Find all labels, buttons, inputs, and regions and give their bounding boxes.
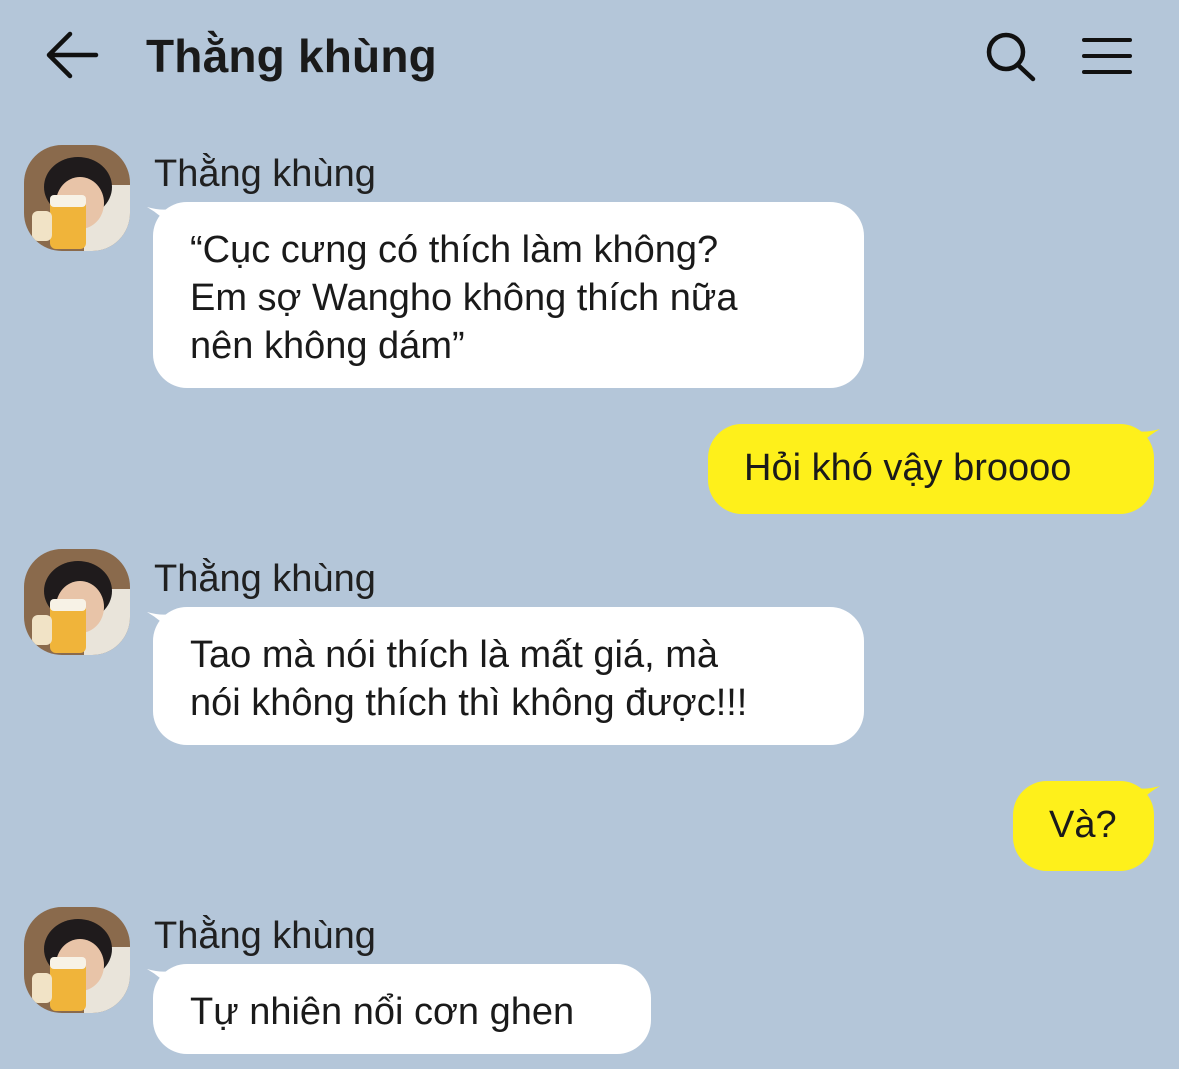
message-text-line: Hỏi khó vậy broooo [744,447,1072,489]
message-text-line: Tao mà nói thích là mất giá, mà [190,634,719,676]
message-bubble-outgoing[interactable]: Và? [1013,781,1154,871]
message-bubble-incoming[interactable]: “Cục cưng có thích làm không? Em sợ Wang… [153,202,864,388]
avatar-photo-icon [24,907,130,1013]
message-text-line: Và? [1049,804,1117,846]
message-text-line: Tự nhiên nổi cơn ghen [190,991,575,1033]
message-text-line: nên không dám” [190,325,465,367]
avatar-photo-icon [24,549,130,655]
avatar-photo-icon [24,145,130,251]
sender-name: Thằng khùng [154,153,376,195]
hamburger-menu-icon [1082,38,1132,74]
message-bubble-incoming[interactable]: Tao mà nói thích là mất giá, mà nói khôn… [153,607,864,745]
avatar[interactable] [24,907,130,1013]
avatar[interactable] [24,145,130,251]
message-bubble-outgoing[interactable]: Hỏi khó vậy broooo [708,424,1154,514]
sender-name: Thằng khùng [154,915,376,957]
message-text-line: “Cục cưng có thích làm không? [190,229,719,271]
message-text-line: Em sợ Wangho không thích nữa [190,277,738,319]
chat-title: Thằng khùng [146,30,437,82]
arrow-left-icon [46,31,99,79]
search-button[interactable] [980,28,1040,88]
bubble-tail-icon [1136,786,1160,806]
message-bubble-incoming[interactable]: Tự nhiên nổi cơn ghen [153,964,651,1054]
sender-name: Thằng khùng [154,558,376,600]
search-icon [986,32,1036,82]
back-button[interactable] [40,24,104,88]
menu-button[interactable] [1078,30,1138,84]
bubble-tail-icon [1136,429,1160,449]
message-text-line: nói không thích thì không được!!! [190,682,748,724]
chat-header: Thằng khùng [0,0,1179,112]
avatar[interactable] [24,549,130,655]
